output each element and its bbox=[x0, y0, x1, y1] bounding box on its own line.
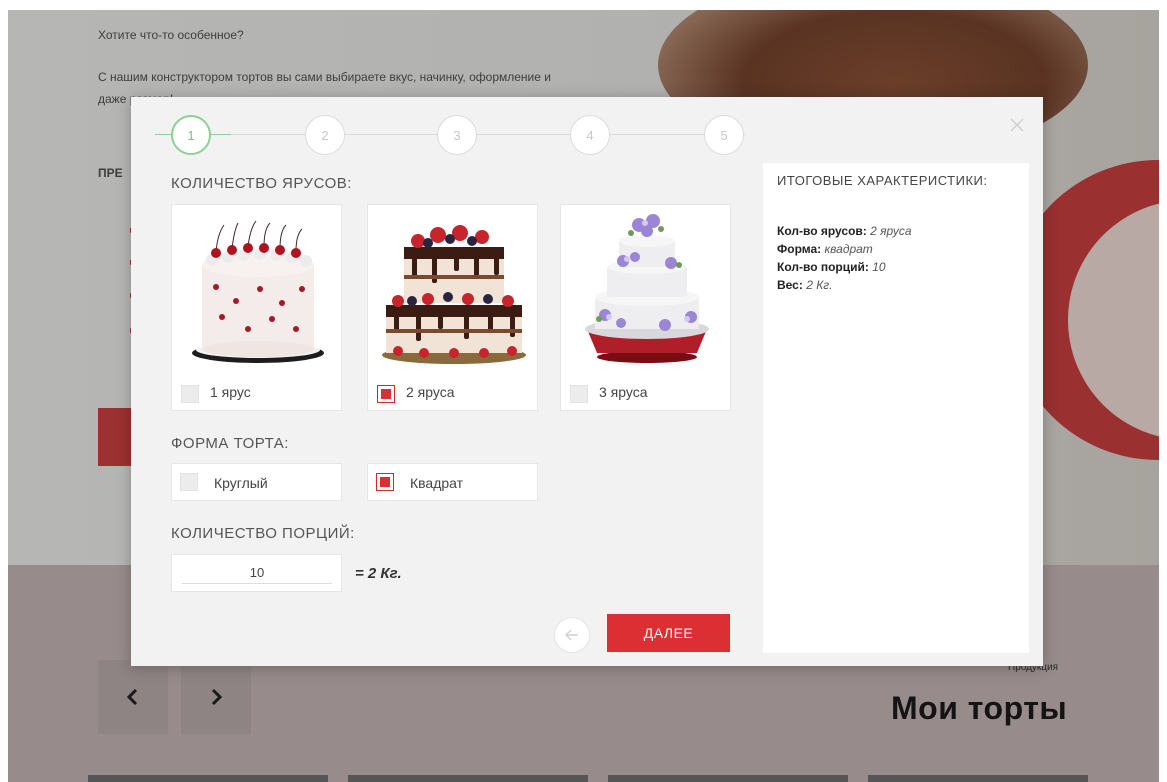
step-1[interactable]: 1 bbox=[171, 115, 211, 155]
summary-row-weight: Вес: 2 Кг. bbox=[777, 278, 833, 292]
arrow-left-icon bbox=[565, 629, 578, 641]
shape-option-square[interactable]: Квадрат bbox=[367, 463, 538, 501]
tier-option-3[interactable]: 3 яруса bbox=[560, 204, 731, 411]
cake-constructor-modal: 1 2 3 4 5 КОЛИЧЕСТВО ЯРУСОВ: 1 ярус 2 яр… bbox=[131, 97, 1043, 666]
step-2[interactable]: 2 bbox=[305, 115, 345, 155]
back-button[interactable] bbox=[554, 617, 590, 653]
tier-2-checkbox[interactable] bbox=[377, 385, 395, 403]
summary-row-tiers: Кол-во ярусов: 2 яруса bbox=[777, 224, 912, 238]
summary-key: Вес: bbox=[777, 278, 803, 292]
cake-1-tier-image bbox=[192, 220, 324, 363]
summary-title: ИТОГОВЫЕ ХАРАКТЕРИСТИКИ: bbox=[777, 173, 988, 188]
shape-option-round[interactable]: Круглый bbox=[171, 463, 342, 501]
step-3[interactable]: 3 bbox=[437, 115, 477, 155]
tier-3-checkbox[interactable] bbox=[570, 385, 588, 403]
chevron-right-icon bbox=[211, 688, 223, 706]
tier-3-label: 3 яруса bbox=[599, 384, 648, 400]
summary-key: Кол-во порций: bbox=[777, 260, 869, 274]
shape-label: ФОРМА ТОРТА: bbox=[171, 435, 289, 452]
tier-1-label: 1 ярус bbox=[210, 384, 251, 400]
step-5[interactable]: 5 bbox=[704, 115, 744, 155]
summary-key: Кол-во ярусов: bbox=[777, 224, 867, 238]
product-cards-strip bbox=[88, 775, 1088, 782]
shape-square-label: Квадрат bbox=[410, 475, 464, 491]
stepper: 1 2 3 4 5 bbox=[155, 115, 745, 155]
cake-3-tier-image bbox=[585, 214, 709, 363]
carousel-prev-button[interactable] bbox=[98, 660, 168, 734]
tier-option-2[interactable]: 2 яруса bbox=[367, 204, 538, 411]
step-4[interactable]: 4 bbox=[570, 115, 610, 155]
hero-heading: Хотите что-то особенное? bbox=[98, 28, 244, 42]
shape-round-checkbox[interactable] bbox=[180, 473, 198, 491]
close-icon bbox=[1010, 118, 1024, 132]
summary-row-portions: Кол-во порций: 10 bbox=[777, 260, 886, 274]
portions-label: КОЛИЧЕСТВО ПОРЦИЙ: bbox=[171, 525, 355, 542]
hero-section-label: ПРЕ bbox=[98, 166, 123, 180]
summary-value: 10 bbox=[872, 260, 886, 274]
cake-2-tier-image bbox=[382, 225, 526, 364]
products-title: Мои торты bbox=[891, 690, 1068, 726]
tier-1-checkbox[interactable] bbox=[181, 385, 199, 403]
chevron-left-icon bbox=[126, 688, 138, 706]
weight-result: = 2 Кг. bbox=[355, 565, 402, 582]
portions-field-box bbox=[171, 554, 342, 592]
shape-round-label: Круглый bbox=[214, 475, 268, 491]
summary-value: 2 яруса bbox=[870, 224, 912, 238]
summary-key: Форма: bbox=[777, 242, 822, 256]
summary-panel: ИТОГОВЫЕ ХАРАКТЕРИСТИКИ: Кол-во ярусов: … bbox=[763, 163, 1029, 653]
summary-value: квадрат bbox=[824, 242, 873, 256]
summary-value: 2 Кг. bbox=[806, 278, 833, 292]
portions-input[interactable] bbox=[182, 562, 332, 584]
shape-square-checkbox[interactable] bbox=[376, 473, 394, 491]
summary-row-shape: Форма: квадрат bbox=[777, 242, 873, 256]
tiers-label: КОЛИЧЕСТВО ЯРУСОВ: bbox=[171, 175, 352, 192]
tier-2-label: 2 яруса bbox=[406, 384, 455, 400]
tier-option-1[interactable]: 1 ярус bbox=[171, 204, 342, 411]
carousel-next-button[interactable] bbox=[181, 660, 251, 734]
next-button[interactable]: ДАЛЕЕ bbox=[607, 614, 730, 652]
modal-close-button[interactable] bbox=[1007, 115, 1027, 135]
